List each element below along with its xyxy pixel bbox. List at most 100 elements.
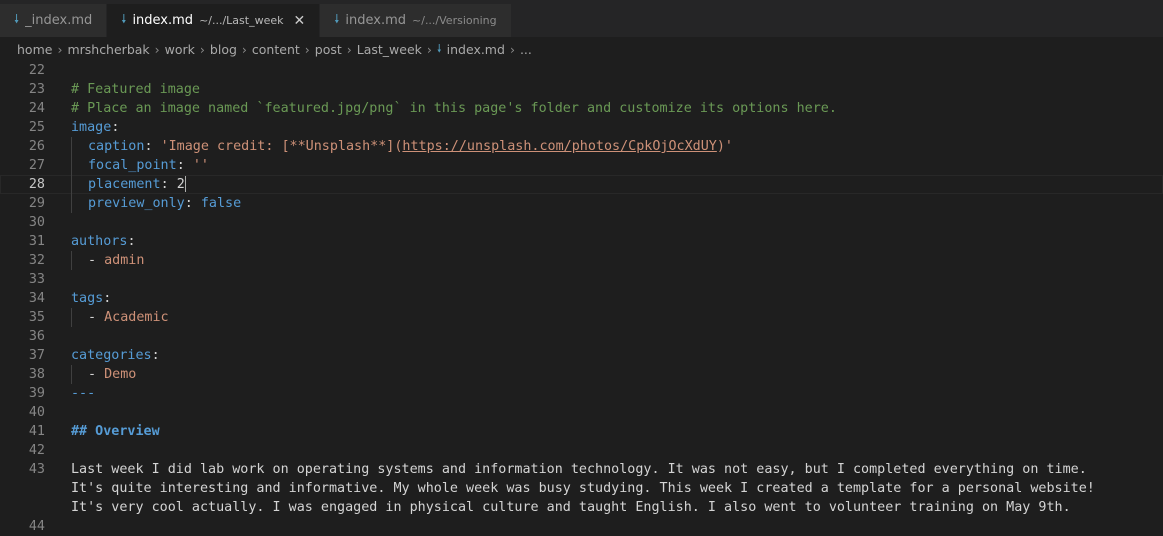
url-link[interactable]: https://unsplash.com/photos/CpkOjOcXdUY	[402, 139, 716, 154]
line-number: 24	[28, 101, 45, 116]
close-icon[interactable]: ✕	[294, 13, 306, 29]
tab-path: ~/.../Last_week	[199, 14, 284, 27]
yaml-value: 2	[176, 177, 185, 192]
line-number: 40	[28, 405, 45, 420]
code-line: 37 categories:	[0, 346, 1163, 365]
markdown-file-icon: 🠗	[121, 12, 127, 26]
yaml-key: authors	[71, 234, 128, 249]
tab-index-md[interactable]: 🠗 _index.md	[0, 4, 108, 37]
tab-bar: 🠗 _index.md 🠗 index.md ~/.../Last_week ✕…	[0, 0, 1163, 37]
chevron-right-icon: ›	[57, 41, 63, 57]
code-line: 23 # Featured image	[0, 80, 1163, 99]
line-number: 32	[28, 253, 45, 268]
code-line: 43 Last week I did lab work on operating …	[0, 460, 1163, 479]
code-line: 29 preview_only: false	[0, 194, 1163, 213]
line-number: 22	[28, 63, 45, 78]
yaml-key: placement	[88, 177, 161, 192]
line-number: 35	[28, 310, 45, 325]
breadcrumb-item[interactable]: post	[315, 42, 342, 57]
chevron-right-icon: ›	[346, 41, 352, 57]
yaml-key: image	[71, 120, 112, 135]
line-number: 27	[28, 158, 45, 173]
code-line: 40	[0, 403, 1163, 422]
breadcrumb-item[interactable]: home	[17, 42, 52, 57]
tab-versioning-index-md[interactable]: 🠗 index.md ~/.../Versioning	[320, 4, 512, 37]
yaml-key: focal_point	[88, 158, 177, 173]
chevron-right-icon: ›	[509, 41, 515, 57]
line-number: 30	[28, 215, 45, 230]
front-matter-delimiter: ---	[71, 386, 96, 401]
yaml-value: 'Image credit: [**Unsplash**](	[160, 139, 403, 154]
line-number: 37	[28, 348, 45, 363]
code-line: 42	[0, 441, 1163, 460]
line-number: 44	[28, 519, 45, 534]
code-line: 30	[0, 213, 1163, 232]
text-cursor	[184, 176, 186, 192]
breadcrumb-item[interactable]: work	[165, 42, 195, 57]
code-line-wrap: It's very cool actually. I was engaged i…	[0, 498, 1163, 517]
yaml-value: )'	[716, 139, 733, 154]
chevron-right-icon: ›	[199, 41, 205, 57]
code-line-wrap: It's quite interesting and informative. …	[0, 479, 1163, 498]
code-editor[interactable]: 22 23 # Featured image 24 # Place an image…	[0, 61, 1163, 536]
paragraph-text: It's quite interesting and informative. …	[71, 481, 1095, 496]
code-line: 41 ## Overview	[0, 422, 1163, 441]
breadcrumb-item[interactable]: Last_week	[357, 42, 422, 57]
code-line: 35- Academic	[0, 308, 1163, 327]
breadcrumb-item[interactable]: index.md	[447, 42, 505, 57]
yaml-value: Demo	[104, 367, 137, 382]
chevron-right-icon: ›	[426, 41, 432, 57]
yaml-key: caption	[88, 139, 145, 154]
markdown-file-icon: 🠗	[14, 12, 20, 26]
paragraph-text: Last week I did lab work on operating sy…	[71, 462, 1087, 477]
line-number: 41	[28, 424, 45, 439]
tab-label: index.md	[345, 13, 407, 28]
line-number: 34	[28, 291, 45, 306]
code-line: 34 tags:	[0, 289, 1163, 308]
line-number: 42	[28, 443, 45, 458]
breadcrumb-item[interactable]: mrshcherbak	[67, 42, 149, 57]
line-number: 38	[28, 367, 45, 382]
breadcrumb-item[interactable]: blog	[210, 42, 237, 57]
breadcrumb-item[interactable]: content	[252, 42, 300, 57]
code-line: 24 # Place an image named `featured.jpg/p…	[0, 99, 1163, 118]
line-number: 39	[28, 386, 45, 401]
yaml-value: Academic	[104, 310, 169, 325]
yaml-key: tags	[71, 291, 104, 306]
code-line: 22	[0, 61, 1163, 80]
code-line: 27 focal_point: ''	[0, 156, 1163, 175]
code-line: 32- admin	[0, 251, 1163, 270]
breadcrumb: home › mrshcherbak › work › blog › content › …	[0, 37, 1163, 61]
tab-last-week-index-md[interactable]: 🠗 index.md ~/.../Last_week ✕	[107, 4, 321, 37]
line-number: 36	[28, 329, 45, 344]
breadcrumb-item[interactable]: ...	[520, 42, 532, 57]
tab-label: _index.md	[25, 13, 93, 28]
yaml-value: admin	[104, 253, 145, 268]
markdown-heading: ## Overview	[71, 424, 160, 439]
tab-label: index.md	[132, 13, 194, 28]
line-number: 31	[28, 234, 45, 249]
markdown-file-icon: 🠗	[436, 41, 442, 55]
code-line: 39 ---	[0, 384, 1163, 403]
yaml-key: categories	[71, 348, 152, 363]
code-line: 25 image:	[0, 118, 1163, 137]
line-number: 29	[28, 196, 45, 211]
yaml-value: false	[200, 196, 242, 211]
code-line: 26 caption: 'Image credit: [**Unsplash**]…	[0, 137, 1163, 156]
code-line: 33	[0, 270, 1163, 289]
comment-text: # Featured image	[71, 82, 200, 97]
code-line-current: 28 placement: 2	[0, 175, 1163, 194]
code-line: 36	[0, 327, 1163, 346]
line-number: 28	[28, 177, 45, 192]
markdown-file-icon: 🠗	[334, 12, 340, 26]
code-line: 38- Demo	[0, 365, 1163, 384]
line-number: 25	[28, 120, 45, 135]
line-number: 26	[28, 139, 45, 154]
comment-text: # Place an image named `featured.jpg/png…	[71, 101, 837, 116]
line-number: 33	[28, 272, 45, 287]
paragraph-text: It's very cool actually. I was engaged i…	[71, 500, 1071, 515]
yaml-value: ''	[192, 158, 209, 173]
code-line: 31 authors:	[0, 232, 1163, 251]
chevron-right-icon: ›	[241, 41, 247, 57]
chevron-right-icon: ›	[304, 41, 310, 57]
